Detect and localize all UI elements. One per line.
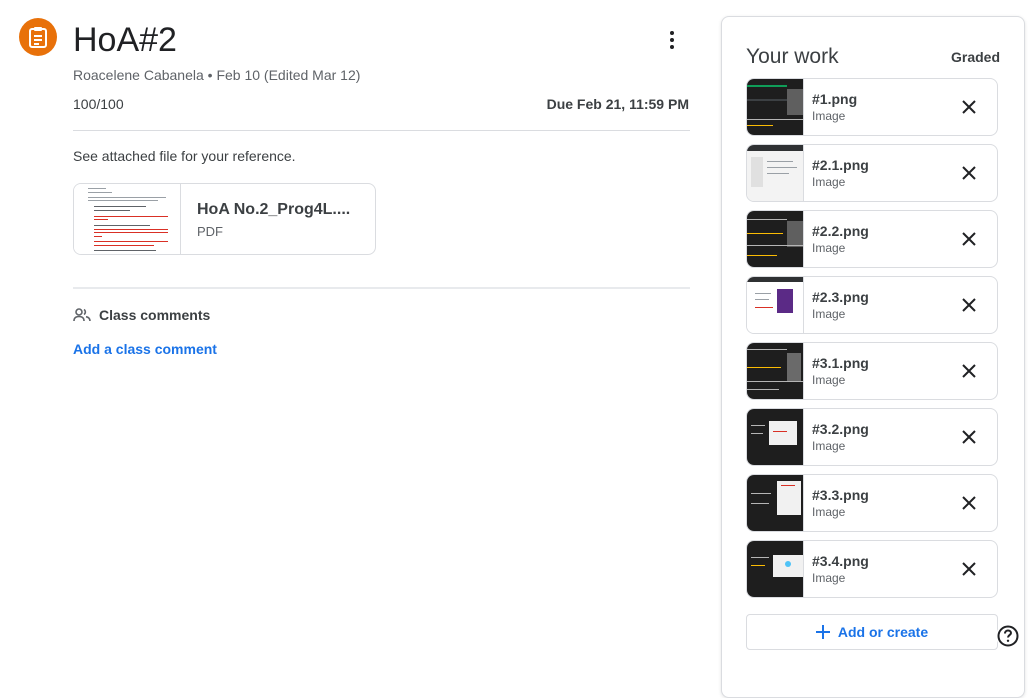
file-item[interactable]: #2.3.png Image	[746, 276, 998, 334]
add-or-create-button[interactable]: Add or create	[746, 614, 998, 650]
close-icon	[962, 496, 976, 510]
class-comments-header: Class comments	[73, 306, 210, 324]
file-name: #2.2.png	[812, 223, 869, 239]
plus-icon	[815, 625, 830, 639]
file-type: Image	[812, 307, 846, 321]
remove-file-button[interactable]	[949, 277, 989, 333]
image-thumbnail	[747, 79, 804, 135]
help-icon	[997, 625, 1019, 647]
close-icon	[962, 298, 976, 312]
remove-file-button[interactable]	[949, 409, 989, 465]
people-icon	[73, 308, 91, 322]
close-icon	[962, 562, 976, 576]
remove-file-button[interactable]	[949, 145, 989, 201]
image-thumbnail	[747, 541, 804, 597]
file-item[interactable]: #3.2.png Image	[746, 408, 998, 466]
author-name: Roacelene Cabanela	[73, 67, 204, 83]
attachment-type: PDF	[197, 224, 223, 239]
your-work-title: Your work	[746, 45, 839, 68]
attachment-title: HoA No.2_Prog4L....	[197, 201, 351, 218]
remove-file-button[interactable]	[949, 541, 989, 597]
post-date: Feb 10 (Edited Mar 12)	[216, 67, 361, 83]
file-type: Image	[812, 505, 846, 519]
points-score: 100/100	[73, 96, 124, 112]
file-name: #3.1.png	[812, 355, 869, 371]
file-name: #2.1.png	[812, 157, 869, 173]
file-item[interactable]: #3.3.png Image	[746, 474, 998, 532]
attachment-card[interactable]: HoA No.2_Prog4L.... PDF	[73, 183, 376, 255]
your-work-panel: Your work Graded #1.png Image #2.1.png I…	[721, 16, 1025, 698]
assignment-description: See attached file for your reference.	[73, 148, 296, 164]
file-type: Image	[812, 373, 846, 387]
assignment-meta: Roacelene Cabanela • Feb 10 (Edited Mar …	[73, 66, 360, 84]
file-type: Image	[812, 241, 846, 255]
close-icon	[962, 430, 976, 444]
close-icon	[962, 166, 976, 180]
image-thumbnail	[747, 475, 804, 531]
image-thumbnail	[747, 409, 804, 465]
remove-file-button[interactable]	[949, 343, 989, 399]
image-thumbnail	[747, 277, 804, 333]
close-icon	[962, 364, 976, 378]
add-or-create-label: Add or create	[837, 624, 929, 640]
divider	[73, 130, 690, 131]
file-type: Image	[812, 571, 846, 585]
remove-file-button[interactable]	[949, 79, 989, 135]
file-item[interactable]: #2.1.png Image	[746, 144, 998, 202]
file-name: #3.4.png	[812, 553, 869, 569]
file-type: Image	[812, 109, 846, 123]
class-comments-label: Class comments	[99, 307, 211, 323]
image-thumbnail	[747, 343, 804, 399]
remove-file-button[interactable]	[949, 211, 989, 267]
file-name: #2.3.png	[812, 289, 869, 305]
meta-separator: •	[207, 67, 213, 83]
file-item[interactable]: #1.png Image	[746, 78, 998, 136]
more-options-button[interactable]	[656, 24, 688, 56]
page-title: HoA#2	[73, 21, 177, 59]
file-type: Image	[812, 439, 846, 453]
file-item[interactable]: #3.4.png Image	[746, 540, 998, 598]
file-name: #3.2.png	[812, 421, 869, 437]
pdf-thumbnail	[74, 184, 181, 254]
grade-status: Graded	[950, 49, 1000, 65]
close-icon	[962, 232, 976, 246]
file-item[interactable]: #3.1.png Image	[746, 342, 998, 400]
file-name: #1.png	[812, 91, 858, 107]
close-icon	[962, 100, 976, 114]
image-thumbnail	[747, 211, 804, 267]
more-vert-icon	[670, 31, 674, 49]
image-thumbnail	[747, 145, 804, 201]
due-date: Due Feb 21, 11:59 PM	[546, 96, 689, 112]
file-item[interactable]: #2.2.png Image	[746, 210, 998, 268]
file-name: #3.3.png	[812, 487, 869, 503]
add-class-comment-link[interactable]: Add a class comment	[73, 340, 217, 358]
file-type: Image	[812, 175, 846, 189]
assignment-icon	[19, 18, 57, 56]
help-button[interactable]	[996, 624, 1020, 648]
divider	[73, 287, 690, 289]
remove-file-button[interactable]	[949, 475, 989, 531]
